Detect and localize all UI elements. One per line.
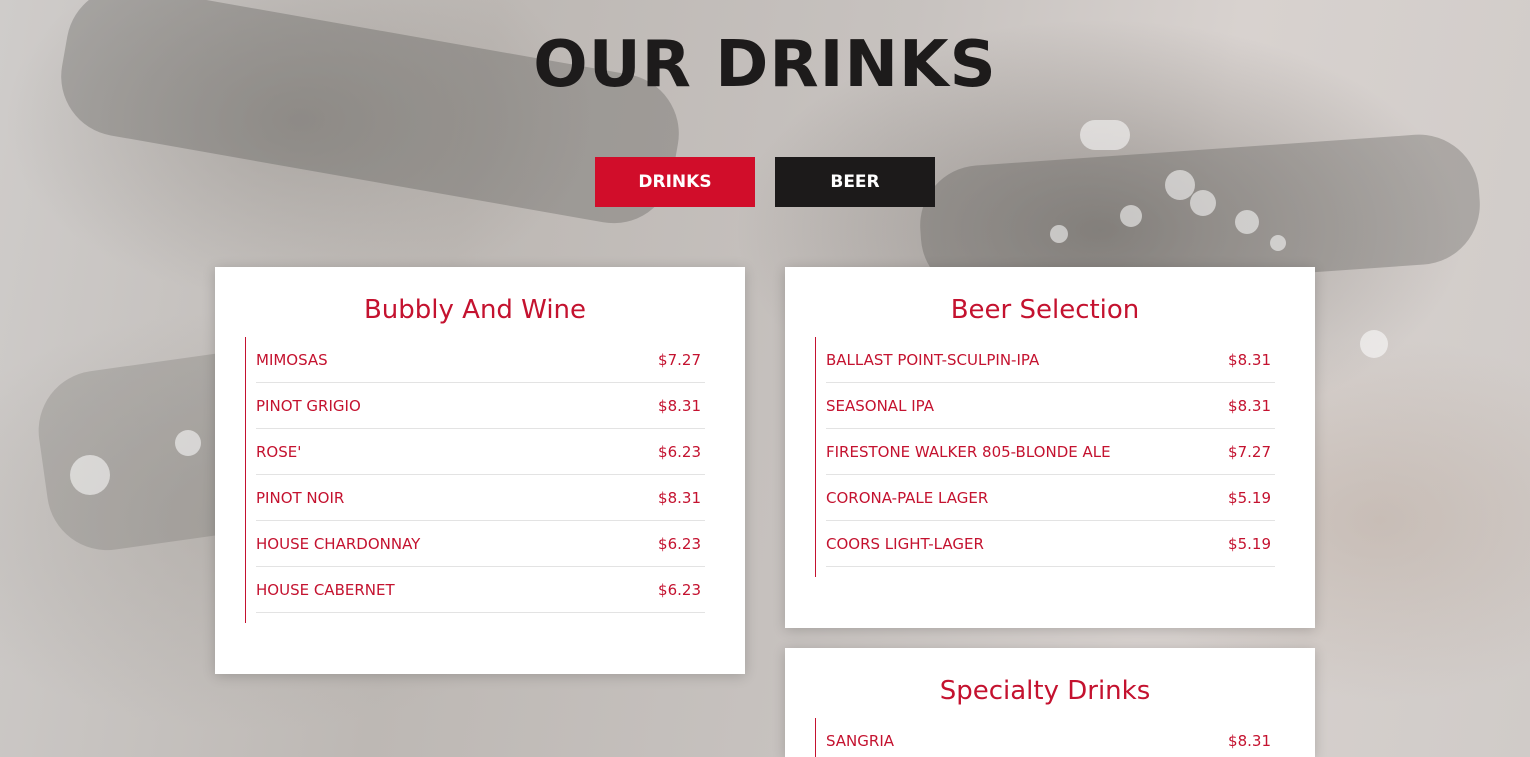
item-price: $8.31 bbox=[658, 488, 701, 507]
menu-item: ROSE' $6.23 bbox=[256, 429, 705, 475]
item-name: FIRESTONE WALKER 805-BLONDE ALE bbox=[826, 442, 1111, 461]
section-title: Specialty Drinks bbox=[939, 676, 1151, 706]
menu-item: PINOT GRIGIO $8.31 bbox=[256, 383, 705, 429]
item-price: $6.23 bbox=[658, 580, 701, 599]
item-name: PINOT NOIR bbox=[256, 488, 345, 507]
menu-item: FIRESTONE WALKER 805-BLONDE ALE $7.27 bbox=[826, 429, 1275, 475]
item-price: $8.31 bbox=[1228, 731, 1271, 750]
menu-item: MIMOSAS $7.27 bbox=[256, 337, 705, 383]
item-price: $5.19 bbox=[1228, 534, 1271, 553]
item-price: $8.31 bbox=[1228, 350, 1271, 369]
item-price: $6.23 bbox=[658, 534, 701, 553]
item-name: SANGRIA bbox=[826, 731, 895, 750]
menu-item: HOUSE CABERNET $6.23 bbox=[256, 567, 705, 613]
item-name: PINOT GRIGIO bbox=[256, 396, 361, 415]
menu-list: MIMOSAS $7.27 PINOT GRIGIO $8.31 ROSE' $… bbox=[245, 337, 705, 623]
item-name: COORS LIGHT-LAGER bbox=[826, 534, 984, 553]
section-title: Bubbly And Wine bbox=[363, 295, 587, 325]
menu-item: COORS LIGHT-LAGER $5.19 bbox=[826, 521, 1275, 567]
item-name: HOUSE CHARDONNAY bbox=[256, 534, 421, 553]
menu-list: BALLAST POINT-SCULPIN-IPA $8.31 SEASONAL… bbox=[815, 337, 1275, 577]
item-name: BALLAST POINT-SCULPIN-IPA bbox=[826, 350, 1040, 369]
item-name: SEASONAL IPA bbox=[826, 396, 934, 415]
item-name: HOUSE CABERNET bbox=[256, 580, 395, 599]
menu-item: CORONA-PALE LAGER $5.19 bbox=[826, 475, 1275, 521]
menu-card-beer-selection: Beer Selection BALLAST POINT-SCULPIN-IPA… bbox=[785, 267, 1315, 628]
page-title: OUR DRINKS bbox=[533, 28, 997, 102]
menu-item: PINOT NOIR $8.31 bbox=[256, 475, 705, 521]
item-price: $7.27 bbox=[1228, 442, 1271, 461]
item-price: $5.19 bbox=[1228, 488, 1271, 507]
tab-beer[interactable]: BEER bbox=[775, 157, 935, 207]
menu-card-bubbly-and-wine: Bubbly And Wine MIMOSAS $7.27 PINOT GRIG… bbox=[215, 267, 745, 674]
menu-item: SEASONAL IPA $8.31 bbox=[826, 383, 1275, 429]
item-price: $8.31 bbox=[658, 396, 701, 415]
menu-item: BALLAST POINT-SCULPIN-IPA $8.31 bbox=[826, 337, 1275, 383]
section-title: Beer Selection bbox=[950, 295, 1140, 325]
menu-list: SANGRIA $8.31 bbox=[815, 718, 1275, 757]
menu-item: HOUSE CHARDONNAY $6.23 bbox=[256, 521, 705, 567]
tab-drinks[interactable]: DRINKS bbox=[595, 157, 755, 207]
menu-item: SANGRIA $8.31 bbox=[826, 718, 1275, 757]
item-price: $8.31 bbox=[1228, 396, 1271, 415]
item-price: $7.27 bbox=[658, 350, 701, 369]
menu-tabs: DRINKS BEER bbox=[595, 157, 935, 207]
item-name: CORONA-PALE LAGER bbox=[826, 488, 989, 507]
item-price: $6.23 bbox=[658, 442, 701, 461]
item-name: ROSE' bbox=[256, 442, 302, 461]
menu-card-specialty-drinks: Specialty Drinks SANGRIA $8.31 bbox=[785, 648, 1315, 757]
item-name: MIMOSAS bbox=[256, 350, 328, 369]
